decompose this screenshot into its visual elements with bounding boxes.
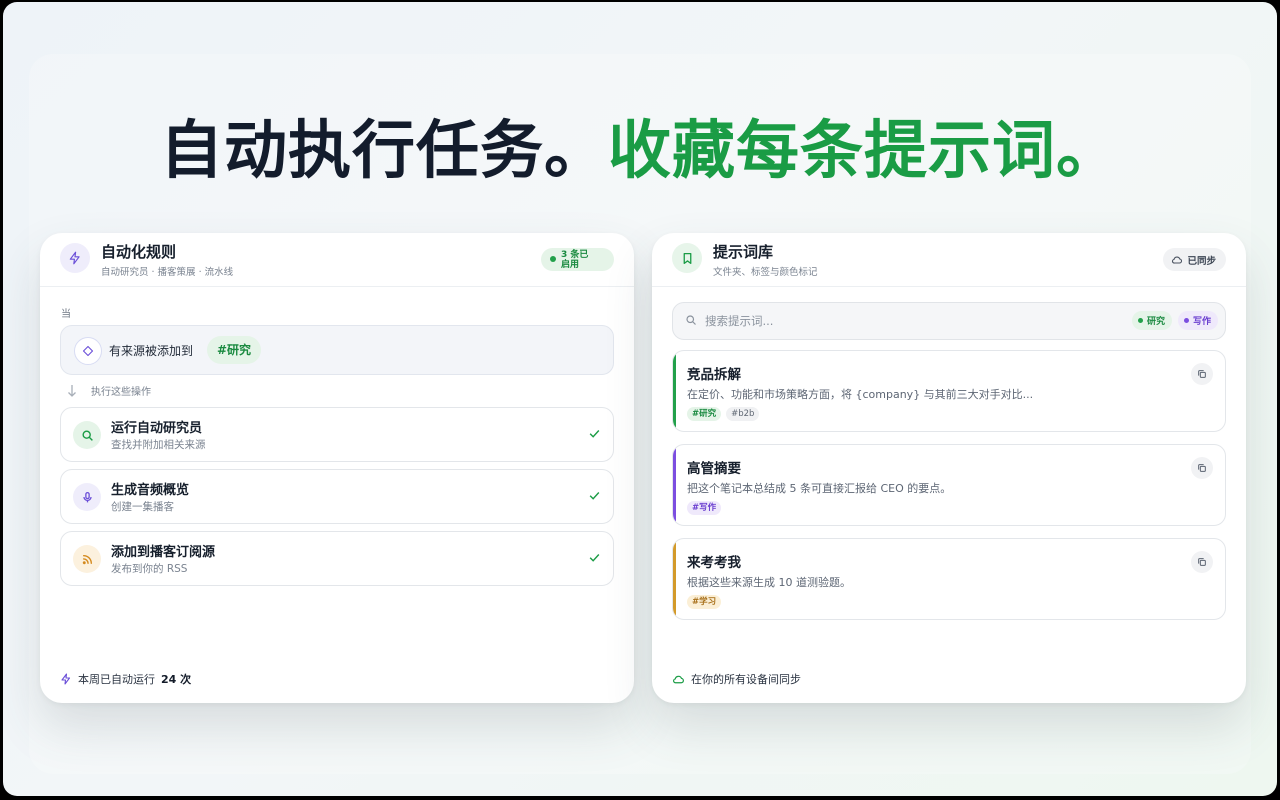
filter-chip-writing[interactable]: 写作 [1177, 311, 1218, 330]
prompt-text: 在定价、功能和市场策略方面，将 {company} 与其前三大对手对比... [687, 388, 1034, 401]
color-marker [673, 351, 676, 431]
prompt-library-footer: 在你的所有设备间同步 [672, 671, 801, 687]
search-icon [686, 315, 696, 325]
tag-badge[interactable]: #b2b [726, 407, 760, 421]
copy-icon [1198, 464, 1206, 472]
copy-icon [1198, 558, 1206, 566]
prompt-item[interactable]: 来考考我 根据这些来源生成 10 道测验题。 #学习 [672, 538, 1226, 620]
prompt-card-header: 提示词库 文件夹、标签与颜色标记 已同步 [652, 233, 1246, 287]
color-marker [673, 445, 676, 525]
footer-run-prefix: 本周已自动运行 [78, 673, 155, 686]
prompt-tags: #学习 [687, 595, 722, 609]
tag-badge[interactable]: #写作 [687, 501, 722, 515]
mic-icon [73, 483, 101, 511]
diamond-icon [74, 337, 102, 365]
prompt-text: 把这个笔记本总结成 5 条可直接汇报给 CEO 的要点。 [687, 482, 952, 495]
automation-footer: 本周已自动运行 24 次 [60, 671, 191, 687]
status-dot-icon [550, 256, 556, 262]
filter-chip-research[interactable]: 研究 [1131, 311, 1172, 330]
prompt-tags: #研究 #b2b [687, 407, 760, 421]
sync-footer-text: 在你的所有设备间同步 [691, 673, 801, 686]
prompt-search-input[interactable] [703, 303, 1087, 339]
prompt-title: 高管摘要 [687, 461, 741, 477]
app-frame: 自动执行任务。收藏每条提示词。 自动化规则 自动研究员 · 播客策展 · 流水线… [3, 2, 1277, 796]
action-subtitle: 创建一集播客 [111, 501, 174, 513]
action-title: 运行自动研究员 [111, 421, 203, 436]
filter-chip-label: 研究 [1146, 317, 1165, 327]
enabled-status-text: 3 条已启用 [561, 250, 589, 270]
chip-dot-icon [1183, 318, 1189, 323]
sync-status-badge: 已同步 [1163, 248, 1226, 271]
tag-badge[interactable]: #研究 [687, 407, 722, 421]
chip-dot-icon [1137, 318, 1143, 323]
trigger-condition[interactable]: 有来源被添加到 #研究 [60, 325, 614, 375]
when-label: 当 [61, 309, 71, 320]
filter-chip-label: 写作 [1192, 317, 1211, 327]
copy-icon [1198, 370, 1206, 378]
enabled-status-badge: 3 条已启用 [541, 248, 614, 271]
trigger-text: 有来源被添加到 [109, 344, 194, 358]
copy-button[interactable] [1191, 363, 1213, 385]
copy-button[interactable] [1191, 551, 1213, 573]
check-icon [589, 430, 600, 438]
lightning-icon [61, 673, 71, 685]
prompt-text: 根据这些来源生成 10 道测验题。 [687, 576, 851, 589]
prompt-tags: #写作 [687, 501, 722, 515]
prompt-item[interactable]: 高管摘要 把这个笔记本总结成 5 条可直接汇报给 CEO 的要点。 #写作 [672, 444, 1226, 526]
action-run-researcher[interactable]: 运行自动研究员 查找并附加相关来源 [60, 407, 614, 462]
prompt-item[interactable]: 竞品拆解 在定价、功能和市场策略方面，将 {company} 与其前三大对手对比… [672, 350, 1226, 432]
copy-button[interactable] [1191, 457, 1213, 479]
prompt-library-title: 提示词库 [713, 243, 774, 261]
then-section-label: 执行这些操作 [67, 383, 151, 398]
prompt-title: 竞品拆解 [687, 367, 741, 383]
sync-status-text: 已同步 [1187, 255, 1216, 267]
action-add-to-feed[interactable]: 添加到播客订阅源 发布到你的 RSS [60, 531, 614, 586]
check-icon [589, 554, 600, 562]
rss-icon [73, 545, 101, 573]
automation-title: 自动化规则 [101, 243, 177, 261]
tag-badge[interactable]: #学习 [687, 595, 722, 609]
check-icon [589, 492, 600, 500]
cloud-icon [673, 675, 684, 683]
prompt-title: 来考考我 [687, 555, 741, 571]
action-subtitle: 发布到你的 RSS [111, 563, 188, 575]
action-title: 添加到播客订阅源 [111, 545, 216, 560]
footer-run-count: 24 次 [161, 673, 192, 686]
bookmark-icon [672, 243, 702, 273]
automation-card-header: 自动化规则 自动研究员 · 播客策展 · 流水线 3 条已启用 [40, 233, 634, 287]
action-subtitle: 查找并附加相关来源 [111, 439, 206, 451]
automation-rules-card: 自动化规则 自动研究员 · 播客策展 · 流水线 3 条已启用 当 有来源被添加… [40, 233, 634, 703]
prompt-library-card: 提示词库 文件夹、标签与颜色标记 已同步 研究 写作 竞品拆解 在定价、功能和市… [652, 233, 1246, 703]
prompt-library-subtitle: 文件夹、标签与颜色标记 [713, 267, 818, 278]
cloud-icon [1172, 256, 1183, 264]
headline-part-prompts: 收藏每条提示词。 [608, 114, 1120, 187]
prompt-search-bar: 研究 写作 [672, 302, 1226, 340]
page-headline: 自动执行任务。收藏每条提示词。 [3, 114, 1277, 188]
headline-part-automate: 自动执行任务。 [160, 114, 608, 187]
automation-subtitle: 自动研究员 · 播客策展 · 流水线 [101, 267, 234, 278]
trigger-tag[interactable]: #研究 [207, 336, 262, 364]
action-title: 生成音频概览 [111, 483, 190, 498]
lightning-icon [60, 243, 90, 273]
color-marker [673, 539, 676, 619]
search-icon [73, 421, 101, 449]
arrow-down-icon [68, 384, 76, 397]
action-generate-audio[interactable]: 生成音频概览 创建一集播客 [60, 469, 614, 524]
then-label: 执行这些操作 [91, 387, 151, 398]
